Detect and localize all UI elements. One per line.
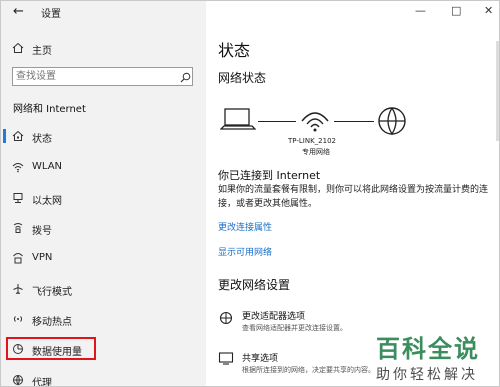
ethernet-icon [11,191,25,205]
connection-line [334,121,374,122]
sharing-icon [218,352,234,365]
window-title: 设置 [41,9,61,20]
sidebar-item-label: WLAN [32,161,63,172]
adapter-icon [219,311,233,325]
computer-icon [220,108,256,130]
back-arrow-icon[interactable]: ← [13,4,24,19]
sidebar-item-proxy[interactable]: 代理 [1,369,206,387]
sidebar-item-label: 状态 [32,134,52,145]
sidebar-item-dialup[interactable]: 拨号 [1,217,206,239]
watermark-subtitle: 助你轻松解决 [376,367,478,383]
minimize-icon[interactable]: — [415,4,426,17]
connection-line [258,121,296,122]
sidebar-item-label: 移动热点 [32,317,72,328]
network-status-title: 网络状态 [218,71,267,85]
maximize-icon[interactable]: □ [451,4,461,17]
sidebar-item-home[interactable]: 主页 [1,39,206,57]
search-input[interactable] [16,69,174,84]
sidebar-item-airplane[interactable]: 飞行模式 [1,278,206,300]
show-available-networks-link[interactable]: 显示可用网络 [218,245,272,258]
dialup-icon [11,221,25,235]
watermark-title: 百科全说 [376,335,480,363]
watermark: 百科全说 助你轻松解决 [376,329,480,384]
connected-description: 如果你的流量套餐有限制，则你可以将此网络设置为按流量计费的连接，或者更改其他属性… [218,185,489,209]
internet-globe-icon [378,107,406,136]
sidebar: ← 设置 主页 网络和 Internet 状态 WLAN [1,1,206,387]
annotation-highlight-box [6,337,96,360]
sidebar-item-label: VPN [32,252,53,263]
scrollbar[interactable] [496,41,499,141]
sidebar-item-wlan[interactable]: WLAN [1,156,206,178]
sidebar-item-label: 代理 [32,378,52,387]
globe-icon [11,373,25,386]
option-title: 共享选项 [242,354,279,364]
page-title: 状态 [218,41,251,60]
airplane-icon [11,282,25,296]
connected-title: 你已连接到 Internet [218,169,321,182]
vpn-icon [11,251,25,265]
option-description: 查看网络适配器并更改连接设置。 [242,324,347,332]
search-box[interactable] [12,67,193,86]
home-icon [11,41,25,55]
option-description: 根据所连接到的网络，决定要共享的内容。 [242,366,375,374]
hotspot-icon [11,312,25,326]
sidebar-item-hotspot[interactable]: 移动热点 [1,308,206,330]
sidebar-item-vpn[interactable]: VPN [1,247,206,269]
settings-window: ← 设置 主页 网络和 Internet 状态 WLAN [0,0,500,387]
sidebar-item-label: 拨号 [32,226,52,237]
sidebar-home-label: 主页 [32,46,52,57]
network-type: 专用网络 [302,148,330,156]
sidebar-item-label: 飞行模式 [32,287,72,298]
sidebar-item-status[interactable]: 状态 [1,125,206,147]
home-network-icon [11,129,25,143]
section-title: 网络和 Internet [13,104,86,115]
wifi-icon [11,160,25,174]
close-icon[interactable]: ✕ [484,4,493,17]
sidebar-item-label: 以太网 [32,196,62,207]
change-network-settings-title: 更改网络设置 [218,278,291,292]
change-connection-properties-link[interactable]: 更改连接属性 [218,220,272,233]
search-icon[interactable] [178,70,192,84]
option-title: 更改适配器选项 [242,312,306,322]
sidebar-item-ethernet[interactable]: 以太网 [1,187,206,209]
router-name: TP-LINK_2102 [288,137,336,145]
selected-indicator [3,129,6,143]
router-icon [301,112,329,132]
